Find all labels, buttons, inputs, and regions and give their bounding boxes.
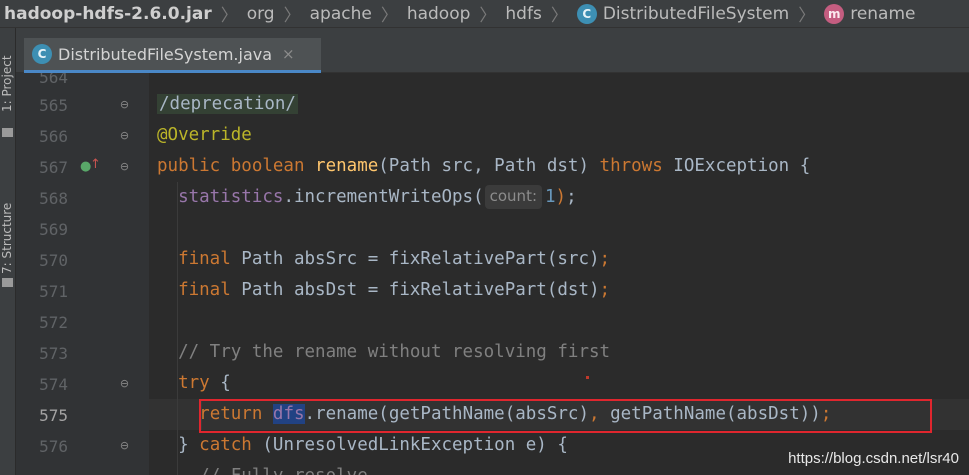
- breadcrumb-class[interactable]: C DistributedFileSystem: [576, 3, 790, 24]
- breadcrumb-method[interactable]: m rename: [824, 3, 916, 24]
- fold-icon[interactable]: ⊖: [118, 160, 131, 173]
- breadcrumb-chevron-icon: 〉: [380, 6, 398, 26]
- breadcrumb-chevron-icon: 〉: [283, 6, 301, 26]
- gutter-line: 566 ⊖: [16, 120, 149, 151]
- overrides-arrow-icon: ↑: [90, 157, 101, 172]
- line-number: 573: [39, 344, 68, 363]
- code-line-570[interactable]: final Path absSrc = fixRelativePart(src)…: [157, 244, 610, 275]
- code-line-567[interactable]: public boolean rename(Path src, Path dst…: [157, 151, 810, 182]
- line-number-current: 575: [39, 406, 68, 425]
- gutter-line: 567 ● ↑ ⊖: [16, 151, 149, 182]
- structure-icon: [2, 278, 13, 287]
- breadcrumb-hdfs[interactable]: hdfs: [505, 4, 541, 24]
- code-line-565[interactable]: /deprecation/: [157, 89, 298, 120]
- editor-tabs: C DistributedFileSystem.java ×: [16, 28, 969, 73]
- project-icon: [2, 128, 13, 137]
- gutter-line: 565 ⊖: [16, 89, 149, 120]
- line-number: 576: [39, 437, 68, 456]
- gutter-line: 570: [16, 244, 149, 275]
- line-number: 567: [39, 158, 68, 177]
- breadcrumb-hadoop[interactable]: hadoop: [407, 4, 471, 24]
- gutter-line: 575: [16, 399, 149, 430]
- code-line-577-partial: // Fully resolve: [157, 461, 368, 475]
- breadcrumb-jar[interactable]: hadoop-hdfs-2.6.0.jar: [4, 4, 212, 24]
- code-line-576[interactable]: } catch (UnresolvedLinkException e) {: [157, 430, 568, 461]
- tool-window-strip: 1: Project 7: Structure: [0, 28, 16, 475]
- breadcrumb-apache[interactable]: apache: [310, 4, 372, 24]
- code-text: /deprecation/: [157, 94, 298, 114]
- code-line-568[interactable]: statistics.incrementWriteOps(count: 1);: [157, 182, 577, 213]
- line-number: 566: [39, 127, 68, 146]
- line-number: 572: [39, 313, 68, 332]
- breadcrumb-class-label: DistributedFileSystem: [602, 3, 790, 24]
- code-editor[interactable]: 564 565 ⊖ 566 ⊖ 567 ● ↑ ⊖ 568 569 570 57…: [16, 73, 969, 475]
- parameter-hint: count:: [484, 185, 542, 209]
- fold-icon[interactable]: ⊖: [118, 98, 131, 111]
- breadcrumb-chevron-icon: 〉: [798, 6, 816, 26]
- class-icon: C: [576, 3, 597, 24]
- code-line-573[interactable]: // Try the rename without resolving firs…: [157, 337, 610, 368]
- breadcrumb-org[interactable]: org: [247, 4, 275, 24]
- gutter-line: 572: [16, 306, 149, 337]
- line-number: 574: [39, 375, 68, 394]
- code-comment: // Try the rename without resolving firs…: [178, 342, 611, 362]
- code-text: @Override: [157, 125, 252, 145]
- annotation-dot: [586, 376, 589, 379]
- line-number: 565: [39, 96, 68, 115]
- gutter-line: 568: [16, 182, 149, 213]
- breadcrumb-chevron-icon: 〉: [220, 6, 238, 26]
- gutter-line: 576 ⊖: [16, 430, 149, 461]
- line-number: 569: [39, 220, 68, 239]
- highlight-box: [199, 399, 932, 433]
- line-number: 571: [39, 282, 68, 301]
- line-number: 564: [39, 73, 68, 87]
- gutter-line: 571: [16, 275, 149, 306]
- breadcrumb-method-label: rename: [850, 3, 916, 24]
- tab-label: DistributedFileSystem.java: [58, 44, 273, 64]
- breadcrumb-chevron-icon: 〉: [479, 6, 497, 26]
- navigation-bar: hadoop-hdfs-2.6.0.jar 〉 org 〉 apache 〉 h…: [0, 0, 969, 28]
- line-number: 568: [39, 189, 68, 208]
- code-line-566[interactable]: @Override: [157, 120, 252, 151]
- code-line-574[interactable]: try {: [157, 368, 231, 399]
- class-icon: C: [32, 44, 52, 64]
- gutter-line: 574 ⊖: [16, 368, 149, 399]
- breadcrumb-chevron-icon: 〉: [550, 6, 568, 26]
- fold-icon[interactable]: ⊖: [118, 439, 131, 452]
- fold-icon[interactable]: ⊖: [118, 129, 131, 142]
- gutter-line: 573: [16, 337, 149, 368]
- gutter-line: 569: [16, 213, 149, 244]
- fold-icon[interactable]: ⊖: [118, 377, 131, 390]
- close-icon[interactable]: ×: [282, 45, 295, 63]
- project-tool-button[interactable]: 1: Project: [0, 36, 16, 132]
- watermark: https://blog.csdn.net/lsr40: [788, 450, 959, 467]
- line-number: 570: [39, 251, 68, 270]
- method-icon: m: [824, 3, 845, 24]
- code-line-571[interactable]: final Path absDst = fixRelativePart(dst)…: [157, 275, 610, 306]
- tab-distributed-file-system[interactable]: C DistributedFileSystem.java ×: [24, 38, 321, 73]
- editor-gutter: 564 565 ⊖ 566 ⊖ 567 ● ↑ ⊖ 568 569 570 57…: [16, 73, 149, 475]
